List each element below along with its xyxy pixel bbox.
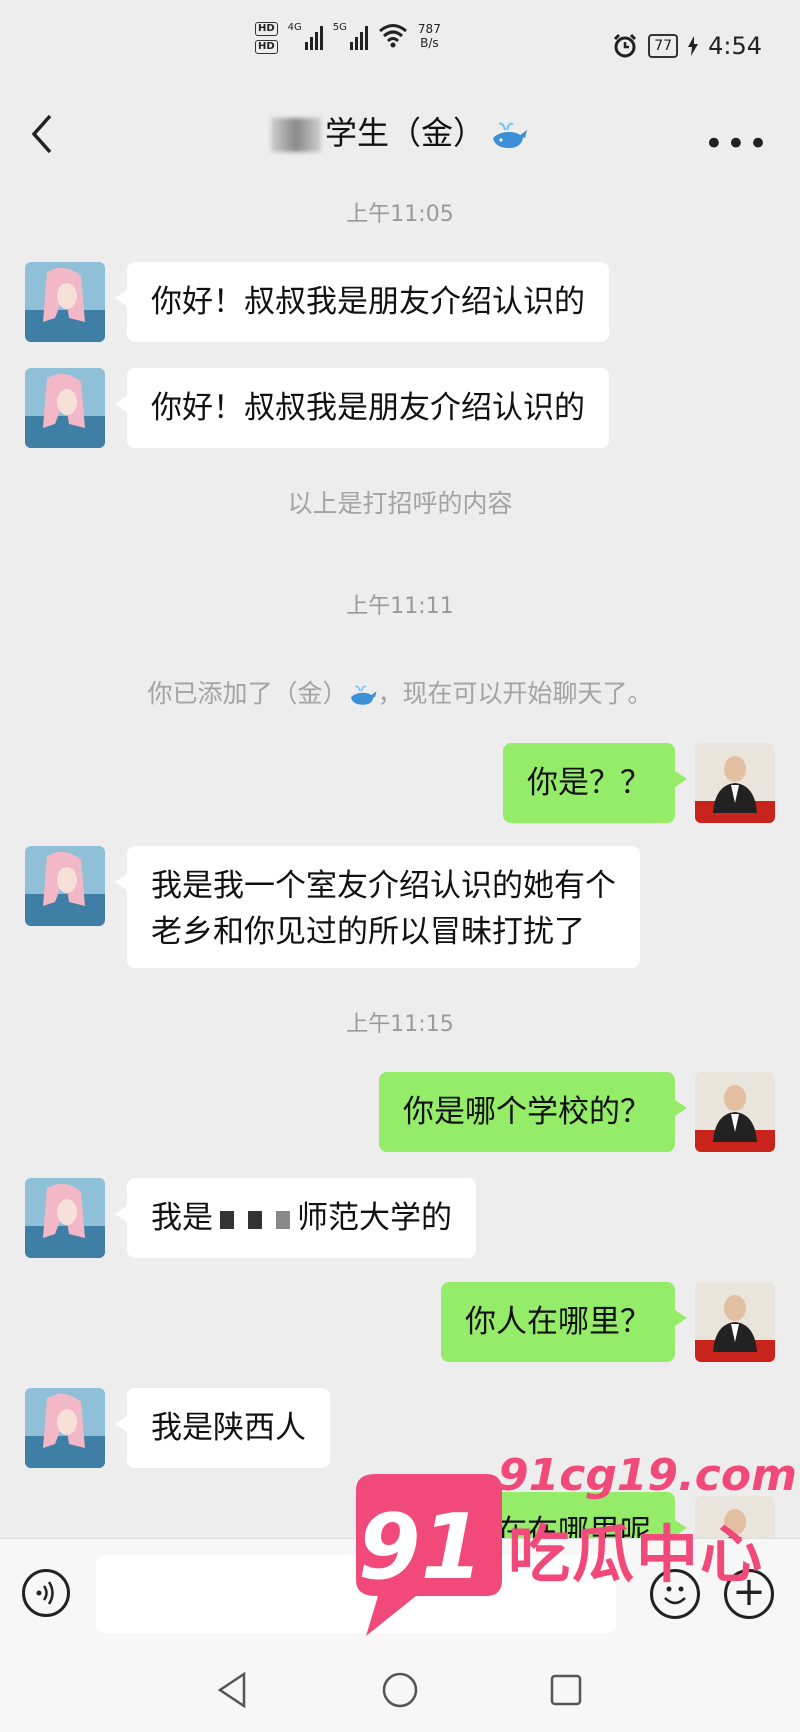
avatar-self[interactable] — [695, 1282, 775, 1362]
system-navigation-bar — [0, 1648, 800, 1732]
nav-recent-icon[interactable] — [548, 1672, 584, 1708]
watermark-url: 91cg19.com — [498, 1450, 797, 1501]
signal-4g-icon: 4G — [288, 22, 323, 50]
chat-header: 学生（金） ••• — [0, 90, 800, 200]
more-icon[interactable]: ••• — [704, 124, 770, 164]
battery-level: 77 — [648, 34, 679, 58]
message-bubble-outgoing[interactable]: 你人在哪里？ — [441, 1282, 687, 1362]
message-bubble-incoming[interactable]: 你好！叔叔我是朋友介绍认识的 — [115, 368, 609, 448]
avatar-self[interactable] — [695, 743, 775, 823]
watermark-text: 吃瓜中心 — [508, 1518, 765, 1591]
clock-time: 4:54 — [708, 32, 762, 60]
redacted-name — [270, 118, 321, 152]
voice-icon — [36, 1581, 54, 1605]
system-notice-added: 你已添加了（金） ，现在可以开始聊天了。 — [147, 679, 653, 708]
redacted-text — [248, 1210, 262, 1229]
hd-badge-2: HD — [255, 40, 278, 54]
status-right: 77 4:54 — [612, 32, 762, 60]
message-bubble-incoming[interactable]: 你好！叔叔我是朋友介绍认识的 — [115, 262, 609, 342]
wifi-icon — [378, 24, 407, 48]
nav-home-icon[interactable] — [380, 1670, 420, 1710]
redacted-text — [220, 1210, 234, 1229]
signal-5g-icon: 5G — [333, 22, 368, 50]
avatar[interactable] — [25, 368, 105, 448]
whale-icon — [493, 122, 527, 148]
hd-badge-1: HD — [255, 22, 278, 36]
charging-icon — [688, 36, 699, 56]
alarm-icon — [614, 33, 637, 58]
timestamp: 上午11:11 — [346, 594, 454, 619]
message-bubble-outgoing[interactable]: 你是？？ — [503, 743, 687, 823]
message-bubble-outgoing[interactable]: 你是哪个学校的？ — [379, 1072, 687, 1152]
network-speed: 787 B/s — [417, 22, 441, 50]
system-notice: 以上是打招呼的内容 — [287, 489, 513, 518]
status-indicators: HD HD 4G 5G 787 B/s — [255, 22, 441, 54]
avatar-self[interactable] — [695, 1072, 775, 1152]
redacted-text — [276, 1210, 290, 1229]
nav-back-icon[interactable] — [214, 1670, 250, 1710]
timestamp: 上午11:15 — [346, 1012, 454, 1037]
chat-title: 学生（金） — [0, 108, 800, 154]
avatar[interactable] — [25, 262, 105, 342]
voice-button[interactable] — [22, 1569, 70, 1617]
message-bubble-incoming[interactable]: 我是陕西人 — [115, 1388, 330, 1468]
message-bubble-incoming[interactable]: 我是我一个室友介绍认识的她有个 老乡和你见过的所以冒昧打扰了 — [115, 846, 640, 968]
avatar[interactable] — [25, 1388, 105, 1468]
watermark-number: 91 — [358, 1495, 484, 1600]
avatar[interactable] — [25, 846, 105, 926]
whale-icon — [350, 685, 376, 705]
avatar[interactable] — [25, 1178, 105, 1258]
timestamp: 上午11:05 — [346, 202, 454, 227]
status-bar: HD HD 4G 5G 787 B/s 77 4:54 — [0, 0, 800, 90]
message-bubble-incoming[interactable]: 我是 师范大学的 — [115, 1178, 476, 1258]
